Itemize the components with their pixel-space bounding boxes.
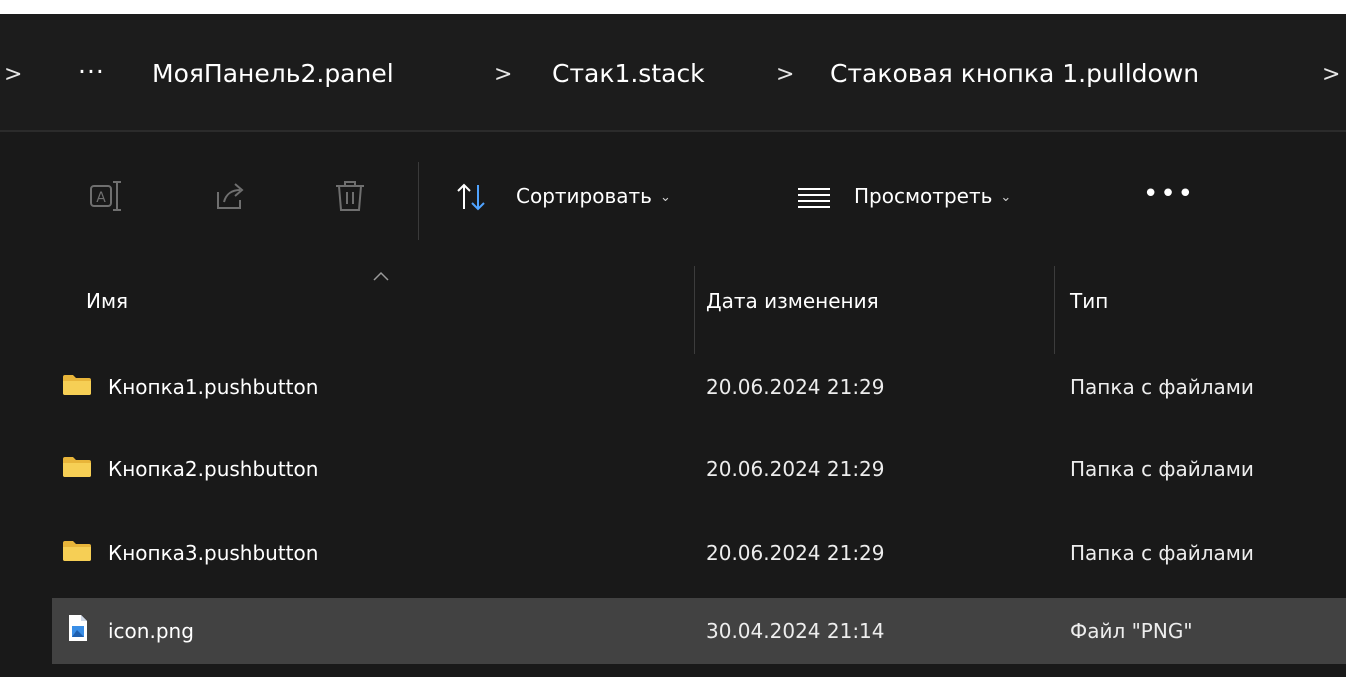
breadcrumb-separator[interactable]: > [776,60,794,90]
breadcrumb-separator[interactable]: > [4,60,22,90]
column-divider[interactable] [1054,266,1055,354]
file-type: Файл "PNG" [1070,619,1193,643]
column-divider[interactable] [694,266,695,354]
rename-icon[interactable]: A [85,176,125,216]
file-type: Папка с файлами [1070,457,1254,481]
folder-icon [63,375,91,395]
breadcrumb-item-panel[interactable]: МояПанель2.panel [152,58,394,90]
breadcrumb-separator[interactable]: > [1322,60,1340,90]
file-name: Кнопка2.pushbutton [108,457,319,481]
svg-text:A: A [96,190,106,206]
file-date: 20.06.2024 21:29 [706,457,885,481]
folder-icon [63,541,91,561]
png-file-icon [69,615,87,641]
share-icon[interactable] [210,176,250,216]
sort-ascending-icon [373,271,389,281]
view-label: Просмотреть [854,184,993,208]
list-item[interactable]: Кнопка1.pushbutton 20.06.2024 21:29 Папк… [52,354,1346,420]
folder-icon [63,457,91,477]
delete-icon[interactable] [330,176,370,216]
list-item[interactable]: Кнопка2.pushbutton 20.06.2024 21:29 Папк… [52,436,1346,502]
file-name: Кнопка3.pushbutton [108,541,319,565]
column-header-name[interactable]: Имя [86,286,128,316]
breadcrumb-item-stack[interactable]: Стак1.stack [552,58,705,90]
list-item[interactable]: Кнопка3.pushbutton 20.06.2024 21:29 Папк… [52,520,1346,586]
list-item-selected[interactable]: icon.png 30.04.2024 21:14 Файл "PNG" [52,598,1346,664]
breadcrumb-item-pulldown[interactable]: Стаковая кнопка 1.pulldown [830,58,1199,90]
breadcrumb-overflow-button[interactable]: ··· [78,56,105,88]
view-button[interactable]: Просмотреть ⌄ [854,179,1011,213]
file-explorer-window: > ··· МояПанель2.panel > Стак1.stack > С… [0,14,1346,677]
file-name: icon.png [108,619,194,643]
breadcrumb-separator[interactable]: > [494,60,512,90]
breadcrumb: > ··· МояПанель2.panel > Стак1.stack > С… [0,14,1346,130]
file-name: Кнопка1.pushbutton [108,375,319,399]
column-header-date[interactable]: Дата изменения [706,286,879,316]
more-options-button[interactable]: ••• [1143,181,1195,207]
view-icon[interactable] [796,178,832,218]
file-type: Папка с файлами [1070,375,1254,399]
sort-button[interactable]: Сортировать ⌄ [516,179,671,213]
command-bar: A Сортировать ⌄ Просмотреть ⌄ ••• [0,132,1346,266]
file-date: 20.06.2024 21:29 [706,375,885,399]
file-date: 20.06.2024 21:29 [706,541,885,565]
file-date: 30.04.2024 21:14 [706,619,885,643]
toolbar-separator [418,162,419,240]
column-header-type[interactable]: Тип [1070,286,1108,316]
column-header-row: Имя Дата изменения Тип [0,266,1346,354]
chevron-down-icon: ⌄ [1000,190,1012,205]
sort-label: Сортировать [516,184,652,208]
sort-icon[interactable] [452,177,492,217]
chevron-down-icon: ⌄ [659,190,671,205]
file-type: Папка с файлами [1070,541,1254,565]
